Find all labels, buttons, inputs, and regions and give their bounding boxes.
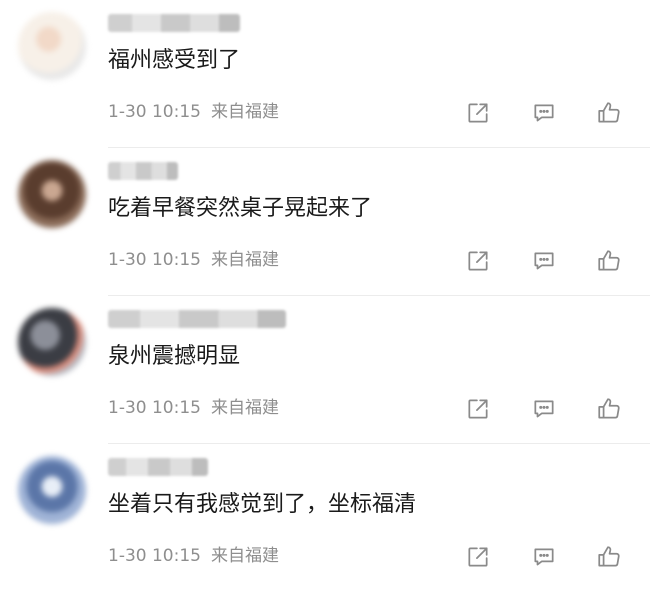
comment-text: 坐着只有我感觉到了，坐标福清: [108, 492, 417, 517]
comment-meta: 1-30 10:15 来自福建: [108, 248, 279, 272]
thumbs-up-icon: [598, 102, 620, 123]
comment-text: 泉州震撼明显: [108, 344, 241, 369]
reply-button[interactable]: [529, 542, 559, 572]
comment-location: 来自福建: [210, 546, 279, 566]
comment-item: 泉州震撼明显 1-30 10:15 来自福建: [0, 296, 650, 444]
share-icon: [468, 103, 488, 123]
comment-icon: [534, 548, 554, 566]
comment-location: 来自福建: [210, 398, 279, 418]
comment-location: 来自福建: [210, 102, 279, 122]
comment-text: 吃着早餐突然桌子晃起来了: [108, 196, 373, 221]
comment-icon: [534, 104, 554, 122]
share-icon: [468, 251, 488, 271]
like-button[interactable]: [594, 98, 624, 128]
thumbs-up-icon: [598, 398, 620, 419]
share-button[interactable]: [463, 394, 493, 424]
username-blurred[interactable]: [108, 14, 240, 32]
reply-button[interactable]: [529, 394, 559, 424]
avatar[interactable]: [18, 456, 86, 524]
share-button[interactable]: [463, 246, 493, 276]
like-button[interactable]: [594, 246, 624, 276]
like-button[interactable]: [594, 394, 624, 424]
share-icon: [468, 547, 488, 567]
reply-button[interactable]: [529, 98, 559, 128]
like-button[interactable]: [594, 542, 624, 572]
avatar[interactable]: [18, 12, 86, 80]
comment-item: 福州感受到了 1-30 10:15 来自福建: [0, 0, 650, 148]
comment-time: 1-30 10:15: [108, 250, 201, 270]
comment-text: 福州感受到了: [108, 48, 241, 73]
comment-item: 坐着只有我感觉到了，坐标福清 1-30 10:15 来自福建: [0, 444, 650, 592]
comment-meta: 1-30 10:15 来自福建: [108, 396, 279, 420]
avatar[interactable]: [18, 308, 86, 376]
share-button[interactable]: [463, 98, 493, 128]
comment-meta: 1-30 10:15 来自福建: [108, 544, 279, 568]
username-blurred[interactable]: [108, 458, 208, 476]
comment-icon: [534, 252, 554, 270]
comment-time: 1-30 10:15: [108, 102, 201, 122]
username-blurred[interactable]: [108, 162, 178, 180]
comment-meta: 1-30 10:15 来自福建: [108, 100, 279, 124]
share-button[interactable]: [463, 542, 493, 572]
reply-button[interactable]: [529, 246, 559, 276]
thumbs-up-icon: [598, 546, 620, 567]
comment-list: 福州感受到了 1-30 10:15 来自福建 吃着早餐突然桌子晃起来了 1-30…: [0, 0, 650, 592]
username-blurred[interactable]: [108, 310, 286, 328]
comment-time: 1-30 10:15: [108, 398, 201, 418]
comment-item: 吃着早餐突然桌子晃起来了 1-30 10:15 来自福建: [0, 148, 650, 296]
share-icon: [468, 399, 488, 419]
avatar[interactable]: [18, 160, 86, 228]
comment-location: 来自福建: [210, 250, 279, 270]
comment-time: 1-30 10:15: [108, 546, 201, 566]
thumbs-up-icon: [598, 250, 620, 271]
comment-icon: [534, 400, 554, 418]
